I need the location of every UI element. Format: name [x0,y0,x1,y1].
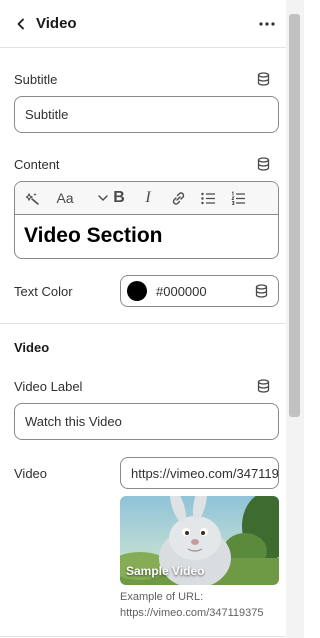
text-color-field[interactable]: #000000 [120,275,279,307]
subtitle-label: Subtitle [14,72,58,87]
magic-button[interactable] [23,188,43,208]
numbered-list-button[interactable] [229,188,247,208]
text-color-label: Text Color [14,284,73,299]
font-size-dropdown[interactable] [95,188,111,208]
url-example-value: https://vimeo.com/347119375 [120,607,264,619]
ellipsis-icon [259,22,275,26]
video-thumbnail[interactable]: Sample Video [120,496,279,585]
video-label-input[interactable]: Watch this Video [14,403,279,440]
color-swatch[interactable] [127,281,147,301]
link-button[interactable] [169,188,187,208]
italic-icon: I [145,189,151,206]
editor-toolbar: Aa B I [15,182,278,215]
bulleted-list-button[interactable] [199,188,217,208]
chevron-left-icon [17,18,24,30]
dynamic-source-button[interactable] [255,71,271,87]
panel-header: Video [0,0,286,48]
database-icon [257,72,269,86]
database-icon [257,157,269,171]
italic-button[interactable]: I [140,188,156,208]
video-thumbnail-title: Sample Video [126,564,205,578]
section-divider [0,636,286,637]
editor-content[interactable]: Video Section [24,224,162,248]
video-label-label: Video Label [14,379,83,394]
chevron-down-icon [98,195,108,201]
font-size-icon: Aa [56,190,74,206]
content-label: Content [14,157,60,172]
dynamic-source-button[interactable] [255,156,271,172]
bold-icon: B [113,189,125,206]
bulleted-list-icon [200,192,215,204]
color-value: #000000 [156,283,207,299]
url-example-label: Example of URL: [120,591,204,603]
rich-text-editor[interactable]: Aa B I Video Section [14,181,279,259]
link-icon [172,191,184,205]
page-title: Video [36,15,77,32]
more-options-button[interactable] [254,13,280,35]
database-icon [257,379,269,393]
video-section-heading: Video [14,340,50,355]
video-url-label: Video [14,466,48,481]
dynamic-source-button[interactable] [255,284,268,298]
font-size-button[interactable]: Aa [53,188,77,208]
section-divider [0,323,286,324]
database-icon [255,284,268,298]
back-button[interactable] [10,13,32,35]
bold-button[interactable]: B [111,188,127,208]
magic-icon [25,192,39,205]
subtitle-input[interactable]: Subtitle [14,96,279,133]
numbered-list-icon [230,190,245,205]
scrollbar-thumb[interactable] [289,14,300,417]
video-url-input[interactable]: https://vimeo.com/347119375 [120,457,279,489]
dynamic-source-button[interactable] [255,378,271,394]
